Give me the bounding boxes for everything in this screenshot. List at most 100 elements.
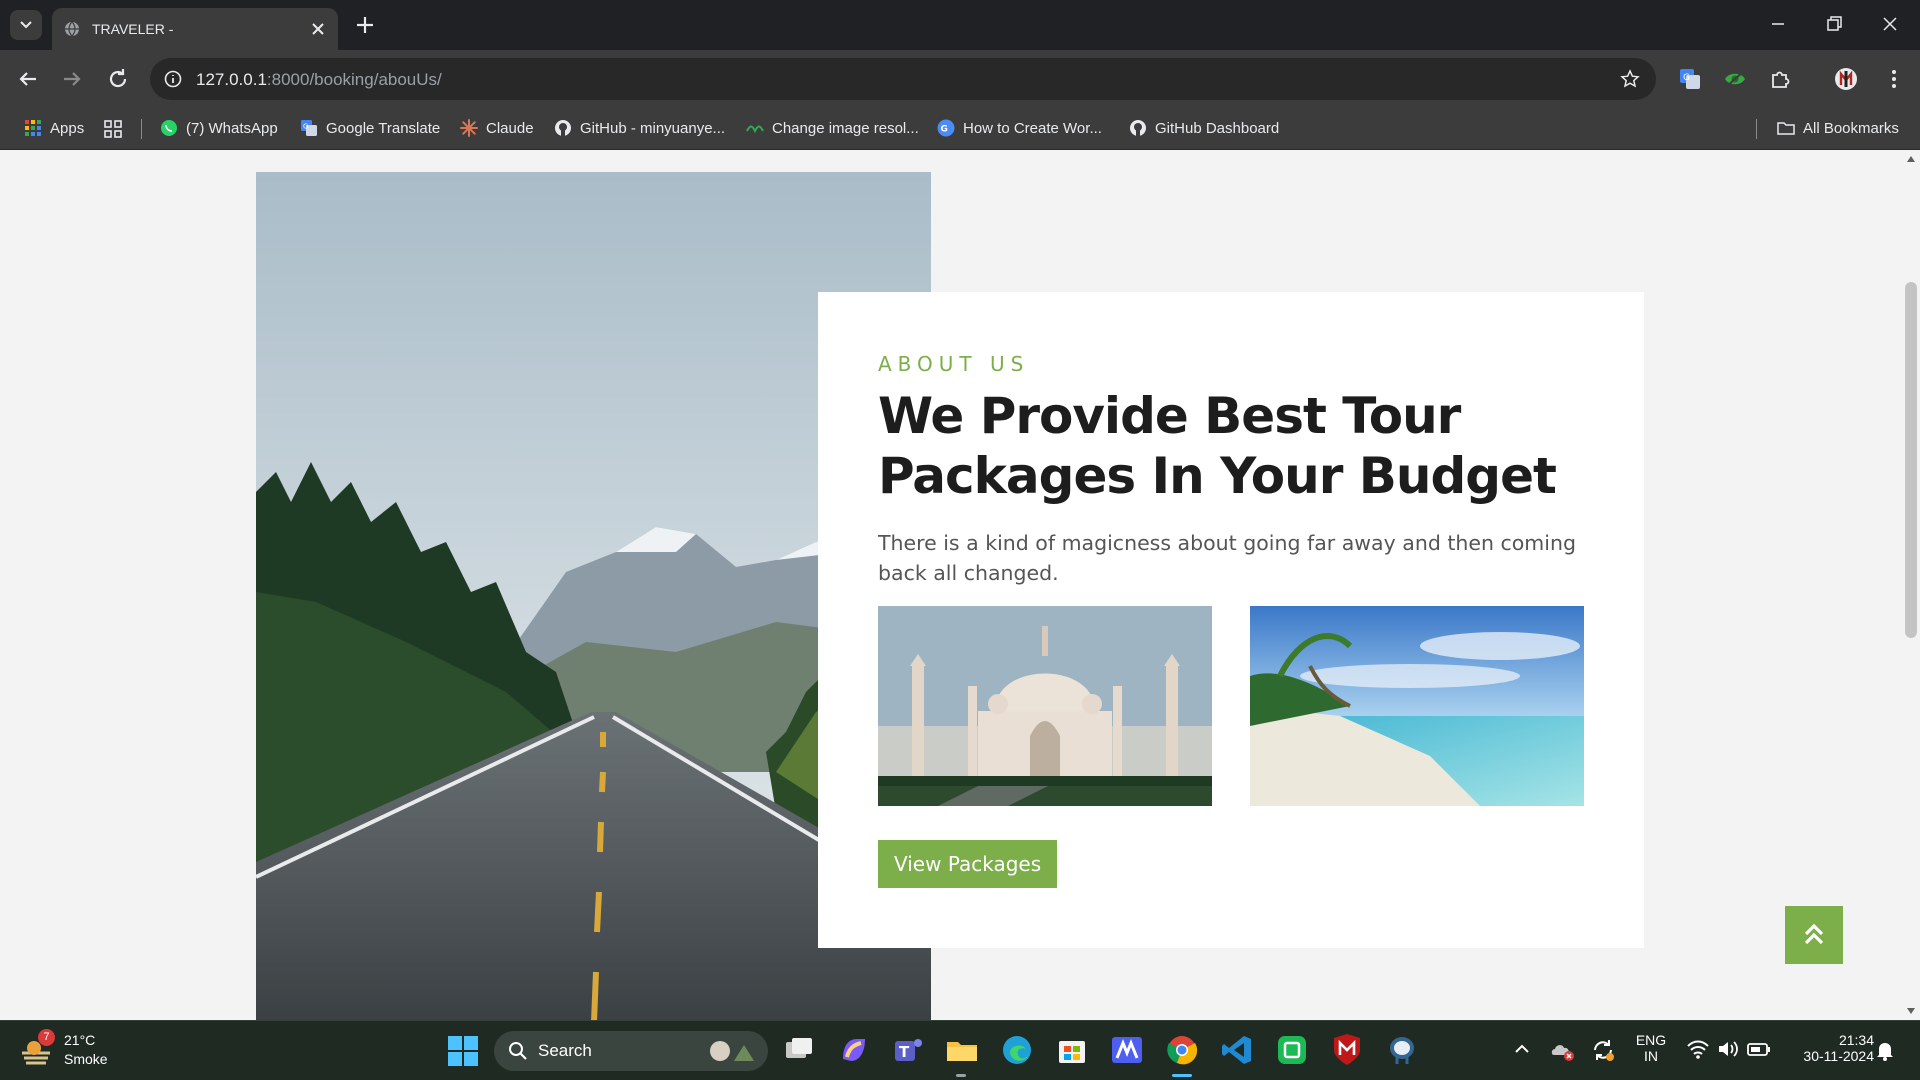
eye-extension-icon[interactable] xyxy=(1723,67,1747,91)
language-indicator[interactable]: ENG IN xyxy=(1630,1032,1672,1064)
scroll-up-arrow-icon[interactable] xyxy=(1907,156,1915,162)
url-text: 127.0.0.1:8000/booking/abouUs/ xyxy=(196,70,442,89)
bookmark-github-dashboard[interactable]: GitHub Dashboard xyxy=(1129,117,1279,139)
scroll-thumb[interactable] xyxy=(1905,282,1917,638)
search-label: Search xyxy=(538,1041,592,1060)
bookmark-label: Apps xyxy=(50,119,85,137)
bookmark-label: How to Create Wor... xyxy=(963,119,1102,137)
new-tab-icon[interactable] xyxy=(354,14,376,36)
chrome-icon[interactable] xyxy=(1165,1033,1199,1067)
change-image-icon xyxy=(746,125,764,134)
svg-text:G: G xyxy=(941,125,948,135)
bookmark-how-to-create[interactable]: G How to Create Wor... xyxy=(937,117,1102,139)
menu-kebab-icon[interactable] xyxy=(1882,67,1906,91)
double-chevron-up-icon xyxy=(1804,923,1824,945)
close-tab-icon[interactable] xyxy=(310,21,326,37)
page-viewport: ABOUT US We Provide Best Tour Packages I… xyxy=(0,150,1920,1020)
weather-condition: Smoke xyxy=(64,1051,108,1067)
back-to-top-button[interactable] xyxy=(1785,906,1843,964)
onedrive-error-icon[interactable] xyxy=(1550,1037,1576,1063)
apps-grid-icon xyxy=(25,120,41,136)
active-indicator xyxy=(1172,1074,1192,1077)
bookmark-separator xyxy=(141,119,142,139)
svg-text:G: G xyxy=(1683,73,1690,83)
tab-search-button[interactable] xyxy=(10,10,42,40)
clock[interactable]: 21:34 30-11-2024 xyxy=(1782,1032,1874,1064)
address-bar[interactable]: 127.0.0.1:8000/booking/abouUs/ xyxy=(150,58,1656,100)
site-info-icon[interactable] xyxy=(164,70,182,88)
page-title: We Provide Best Tour Packages In Your Bu… xyxy=(878,387,1557,505)
windows-taskbar: 7 21°C Smoke Search T ENG IN 21:34 30-11… xyxy=(0,1020,1920,1080)
temperature: 21°C xyxy=(64,1032,96,1048)
app-m-icon[interactable] xyxy=(1110,1033,1144,1067)
github-icon xyxy=(555,120,571,136)
weather-alert-badge: 7 xyxy=(38,1029,55,1046)
green-app-icon[interactable] xyxy=(1275,1033,1309,1067)
notification-bell-icon[interactable] xyxy=(1874,1039,1896,1061)
bookmark-change-image[interactable]: Change image resol... xyxy=(746,117,919,139)
bookmark-google-translate[interactable]: G Google Translate xyxy=(300,117,440,139)
browser-tab[interactable]: TRAVELER - xyxy=(52,8,338,50)
globe-icon xyxy=(65,21,79,37)
bookmark-label: Claude xyxy=(486,119,534,137)
bookmarks-bar: Apps (7) WhatsApp G Google Translate Cla… xyxy=(0,108,1920,150)
teams-icon[interactable]: T xyxy=(891,1033,925,1067)
svg-text:T: T xyxy=(899,1043,910,1061)
forward-icon[interactable] xyxy=(60,67,84,91)
section-eyebrow: ABOUT US xyxy=(878,352,1030,376)
search-highlight-icon xyxy=(710,1041,754,1061)
search-icon xyxy=(509,1042,527,1060)
about-description: There is a kind of magicness about going… xyxy=(878,531,1576,585)
view-packages-button[interactable]: View Packages xyxy=(878,840,1058,888)
bookmark-label: (7) WhatsApp xyxy=(186,119,278,137)
bookmark-apps[interactable]: Apps xyxy=(24,117,84,139)
bookmark-star-icon[interactable] xyxy=(1620,69,1640,89)
tab-groups-icon[interactable] xyxy=(103,119,123,139)
chevron-up-icon[interactable] xyxy=(1512,1037,1532,1061)
all-bookmarks-button[interactable]: All Bookmarks xyxy=(1777,117,1899,139)
running-indicator xyxy=(956,1074,966,1077)
mcafee-icon[interactable] xyxy=(1330,1033,1364,1067)
about-us-card: ABOUT US We Provide Best Tour Packages I… xyxy=(818,292,1644,948)
sync-icon[interactable] xyxy=(1590,1037,1616,1063)
bookmark-whatsapp[interactable]: (7) WhatsApp xyxy=(160,117,278,139)
close-window-icon[interactable] xyxy=(1880,14,1900,34)
vscode-icon[interactable] xyxy=(1220,1033,1254,1067)
claude-icon xyxy=(460,119,478,137)
google-translate-extension-icon[interactable]: G xyxy=(1678,67,1702,91)
battery-icon[interactable] xyxy=(1746,1038,1772,1060)
page-scrollbar[interactable] xyxy=(1902,150,1920,1020)
file-explorer-icon[interactable] xyxy=(945,1033,979,1067)
folder-icon xyxy=(1777,122,1795,135)
scroll-down-arrow-icon[interactable] xyxy=(1907,1008,1915,1014)
bookmark-separator xyxy=(1756,119,1757,139)
tropical-beach-image xyxy=(1250,606,1584,806)
taskbar-search[interactable]: Search xyxy=(494,1031,768,1071)
bookmark-claude[interactable]: Claude xyxy=(460,117,534,139)
google-translate-icon: G xyxy=(301,120,317,136)
tab-strip: TRAVELER - xyxy=(0,0,1920,50)
bookmark-github-minyuanye[interactable]: GitHub - minyuanye... xyxy=(554,117,725,139)
volume-icon[interactable] xyxy=(1716,1038,1740,1060)
weather-widget[interactable]: 7 21°C Smoke xyxy=(20,1029,140,1071)
reload-icon[interactable] xyxy=(106,67,130,91)
restore-icon[interactable] xyxy=(1824,14,1844,34)
profile-avatar-icon[interactable] xyxy=(1834,67,1858,91)
minimize-icon[interactable] xyxy=(1768,14,1788,34)
copilot-icon[interactable] xyxy=(837,1033,871,1067)
howto-icon: G xyxy=(937,119,955,137)
extensions-puzzle-icon[interactable] xyxy=(1768,67,1792,91)
back-icon[interactable] xyxy=(16,67,40,91)
github-icon xyxy=(1130,120,1146,136)
edge-icon[interactable] xyxy=(1000,1033,1034,1067)
wifi-icon[interactable] xyxy=(1686,1038,1710,1060)
windows-start-icon[interactable] xyxy=(446,1034,480,1068)
browser-toolbar: 127.0.0.1:8000/booking/abouUs/ G xyxy=(0,50,1920,108)
bookmark-label: GitHub - minyuanye... xyxy=(580,119,726,137)
tab-title: TRAVELER - xyxy=(92,21,174,37)
all-bookmarks-label: All Bookmarks xyxy=(1803,119,1899,137)
svg-text:G: G xyxy=(303,123,308,131)
task-view-icon[interactable] xyxy=(782,1033,816,1067)
microsoft-store-icon[interactable] xyxy=(1055,1033,1089,1067)
postgresql-icon[interactable] xyxy=(1385,1033,1419,1067)
